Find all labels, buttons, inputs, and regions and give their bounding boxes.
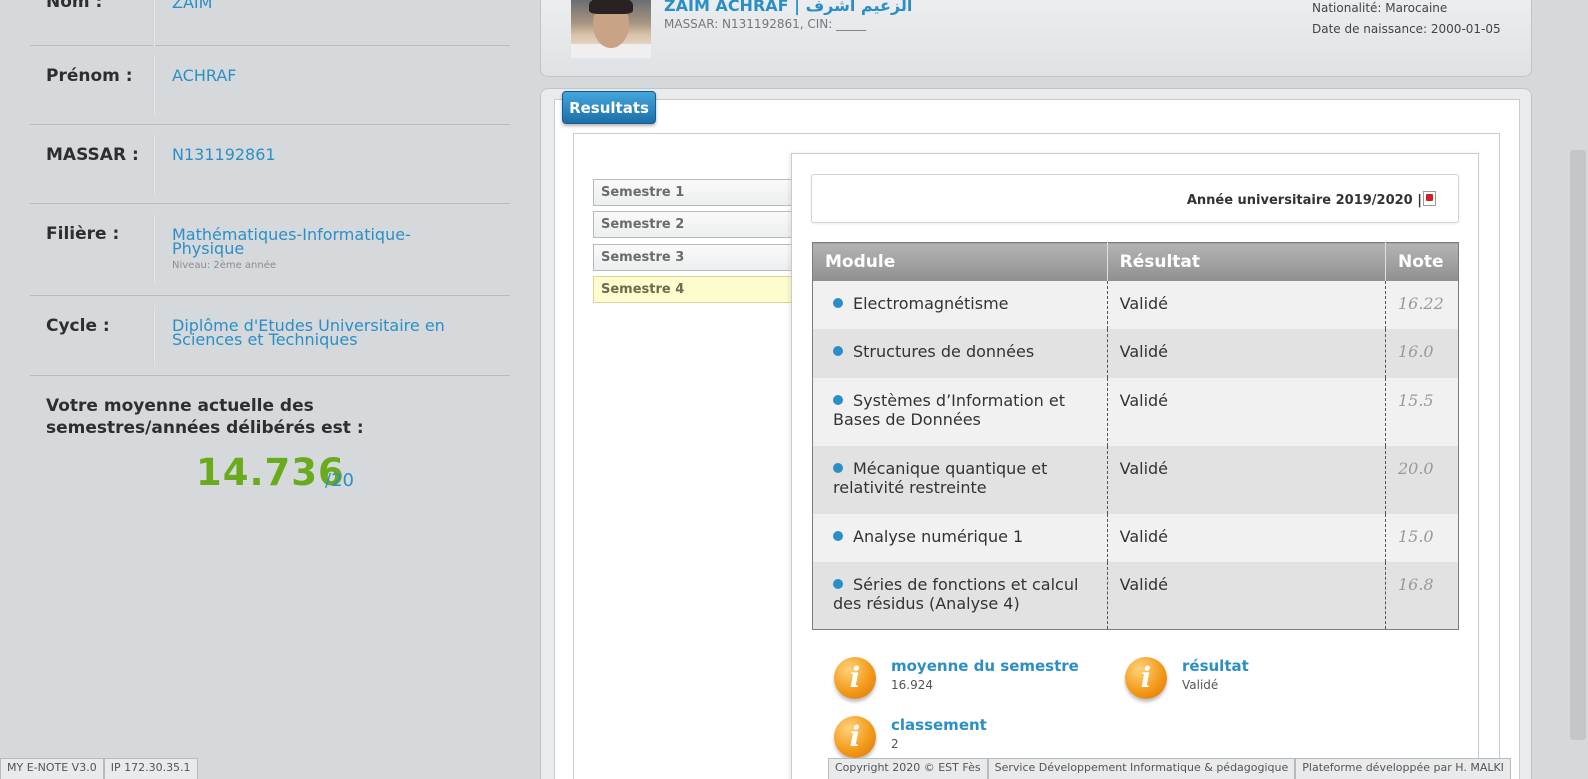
result-cell: Validé (1107, 445, 1386, 514)
module-cell: Electromagnétisme (812, 280, 1108, 329)
page-scrollbar[interactable] (1568, 0, 1588, 779)
average-label: Votre moyenne actuelle des semestres/ann… (46, 396, 364, 438)
result-value: Validé (1182, 678, 1219, 692)
profile-row-massar: MASSAR : N131192861 (30, 125, 510, 204)
semester-average-title: moyenne du semestre (891, 657, 1079, 675)
module-cell: Structures de données (812, 328, 1108, 378)
bullet-icon (833, 462, 843, 473)
bullet-icon (833, 578, 843, 589)
note-cell: 16.0 (1385, 328, 1459, 378)
table-row: Séries de fonctions et calcul des résidu… (812, 561, 1459, 630)
academic-year: Année universitaire 2019/2020 | (1186, 193, 1422, 208)
niveau-text: Niveau: 2ème année (172, 260, 277, 271)
result-cell: Validé (1107, 328, 1386, 378)
student-nationality: Nationalité: Marocaine (1312, 1, 1448, 15)
col-module: Module (812, 242, 1108, 281)
platform-text: Plateforme développée par H. MALKI (1295, 758, 1511, 779)
module-name: Séries de fonctions et calcul des résidu… (833, 574, 1079, 613)
table-row: Mécanique quantique et relativité restre… (812, 445, 1459, 514)
module-name: Systèmes d’Information et Bases de Donné… (833, 390, 1065, 429)
filiere-value: Mathématiques-Informatique-Physique (172, 225, 411, 258)
module-name: Mécanique quantique et relativité restre… (833, 458, 1048, 497)
massar-label: MASSAR : (46, 145, 139, 165)
service-text: Service Développement Informatique & péd… (987, 758, 1296, 779)
note-cell: 15.0 (1385, 513, 1459, 562)
average-value: 14.736 (196, 451, 345, 494)
module-cell: Mécanique quantique et relativité restre… (812, 445, 1108, 514)
average-max: /20 (325, 470, 354, 491)
module-cell: Séries de fonctions et calcul des résidu… (812, 561, 1108, 630)
row-separator (153, 135, 155, 195)
results-tab[interactable]: Resultats (562, 91, 656, 124)
note-cell: 20.0 (1385, 445, 1459, 514)
prenom-value: ACHRAF (172, 66, 237, 85)
scrollbar-thumb[interactable] (1570, 150, 1586, 740)
ranking-value: 2 (891, 737, 899, 751)
bullet-icon (833, 530, 843, 541)
student-photo (571, 0, 651, 58)
bullet-icon (833, 297, 843, 308)
semester-3-tab[interactable]: Semestre 3 (593, 244, 793, 271)
profile-row-cycle: Cycle : Diplôme d'Etudes Universitaire e… (30, 296, 510, 376)
prenom-label: Prénom : (46, 66, 133, 86)
cycle-label: Cycle : (46, 316, 110, 336)
result-cell: Validé (1107, 377, 1386, 446)
modules-table: Module Résultat Note Electromagnétisme V… (812, 242, 1459, 630)
table-row: Structures de données Validé 16.0 (812, 328, 1459, 378)
col-resultat: Résultat (1107, 242, 1386, 281)
semester-average-value: 16.924 (891, 678, 933, 692)
note-cell: 16.22 (1385, 280, 1459, 329)
row-separator (153, 0, 155, 46)
module-name: Electromagnétisme (853, 293, 1009, 313)
result-title: résultat (1182, 657, 1249, 675)
filiere-label: Filière : (46, 224, 120, 244)
profile-row-filiere: Filière : Mathématiques-Informatique-Phy… (30, 204, 510, 296)
bullet-icon (833, 345, 843, 356)
version-label: MY E-NOTE V3.0 (0, 758, 104, 779)
row-separator (153, 306, 155, 366)
footer-left: MY E-NOTE V3.0 IP 172.30.35.1 (0, 758, 198, 779)
info-icon: i (1125, 657, 1167, 699)
student-birthdate: Date de naissance: 2000-01-05 (1312, 22, 1501, 36)
academic-year-bar: Année universitaire 2019/2020 | (811, 174, 1459, 223)
table-row: Systèmes d’Information et Bases de Donné… (812, 377, 1459, 446)
note-cell: 15.5 (1385, 377, 1459, 446)
nom-label: Nom : (46, 0, 103, 12)
ip-label: IP 172.30.35.1 (103, 758, 198, 779)
cycle-value: Diplôme d'Etudes Universitaire en Scienc… (172, 316, 445, 349)
student-massar: MASSAR: N131192861, CIN: _____ (664, 17, 867, 31)
pdf-icon[interactable] (1423, 191, 1436, 206)
result-cell: Validé (1107, 561, 1386, 630)
table-row: Electromagnétisme Validé 16.22 (812, 280, 1459, 329)
copyright-text: Copyright 2020 © EST Fès (828, 758, 988, 779)
semester-2-tab[interactable]: Semestre 2 (593, 211, 793, 238)
semester-1-tab[interactable]: Semestre 1 (593, 179, 793, 206)
profile-row-nom: Nom : ZAIM (30, 0, 510, 46)
col-note: Note (1385, 242, 1459, 281)
module-cell: Analyse numérique 1 (812, 513, 1108, 562)
profile-row-prenom: Prénom : ACHRAF (30, 46, 510, 125)
table-row: Analyse numérique 1 Validé 15.0 (812, 513, 1459, 562)
row-separator (153, 214, 155, 284)
row-separator (153, 56, 155, 116)
info-icon: i (834, 657, 876, 699)
ranking-title: classement (891, 716, 987, 734)
info-icon: i (834, 716, 876, 758)
bullet-icon (833, 394, 843, 405)
module-name: Analyse numérique 1 (853, 526, 1024, 546)
footer-right: Copyright 2020 © EST Fès Service Dévelop… (828, 758, 1511, 779)
result-cell: Validé (1107, 513, 1386, 562)
massar-value: N131192861 (172, 145, 276, 164)
note-cell: 16.8 (1385, 561, 1459, 630)
student-name: ZAIM ACHRAF | الزعيم اشرف (664, 0, 913, 15)
nom-value: ZAIM (172, 0, 213, 12)
result-cell: Validé (1107, 280, 1386, 329)
semester-4-tab[interactable]: Semestre 4 (593, 276, 793, 303)
module-cell: Systèmes d’Information et Bases de Donné… (812, 377, 1108, 446)
module-name: Structures de données (853, 341, 1035, 361)
